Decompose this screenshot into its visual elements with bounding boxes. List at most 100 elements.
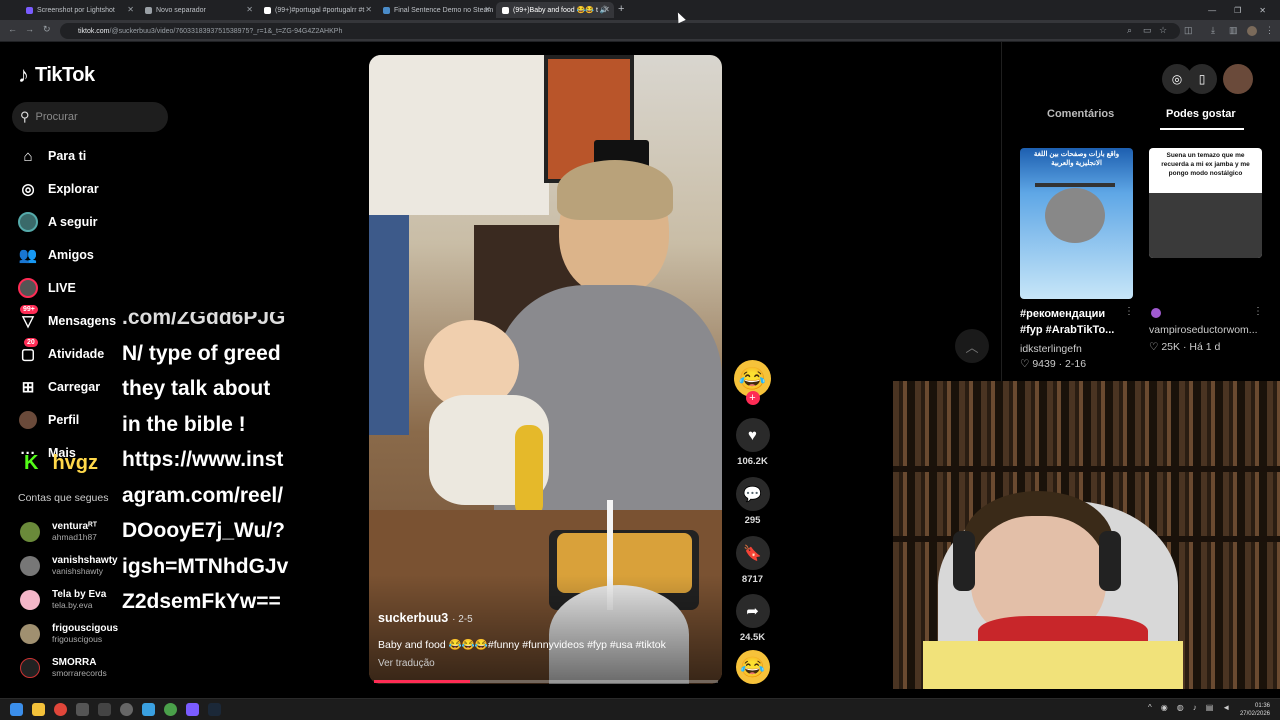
app-icon[interactable] [76,703,89,716]
creator-avatar-button[interactable]: 😂 + [734,360,771,405]
sidepanel-icon[interactable]: ▥ [1229,25,1238,36]
more-options-icon[interactable]: ⋮ [1124,306,1134,317]
profile-avatar-button[interactable] [1223,64,1253,94]
browser-avatar[interactable] [1247,26,1257,36]
steam-icon[interactable] [208,703,221,716]
window-controls: — ❐ ✕ [1208,0,1280,20]
video-corn [515,425,543,517]
suggestion-thumbnail[interactable]: Suena un temazo que me recuerda a mi ex … [1149,148,1262,258]
start-icon[interactable] [10,703,23,716]
following-account[interactable]: vanishshawty vanishshawty [20,555,118,576]
star-icon[interactable]: ☆ [1159,25,1167,36]
previous-video-button[interactable]: ︿ [955,329,989,363]
nav-carregar[interactable]: ⊞ Carregar [18,376,100,398]
following-account[interactable]: frigouscigous frigouscigous [20,623,118,644]
cartoon-figure [1045,188,1105,243]
phone-icon: ▯ [1198,72,1206,86]
minimize-icon[interactable]: — [1208,6,1216,15]
menu-icon[interactable]: ⋮ [1265,25,1274,36]
save-button[interactable]: 🔖 8717 [734,536,771,585]
new-tab-button[interactable]: + [618,3,624,15]
thumbnail-video-frame [1149,193,1262,258]
nav-atividade[interactable]: ▢ 20 Atividade [18,338,104,365]
video-description: Baby and food 😂😂😂#funny #funnyvideos #fy… [378,639,666,651]
nav-explorar[interactable]: ◎ Explorar [18,178,98,200]
nav-amigos[interactable]: 👥 Amigos [18,244,94,266]
nav-mensagens[interactable]: ▽ 99+ Mensagens [18,305,116,332]
zoom-icon[interactable]: ⌕ [1127,25,1132,36]
cast-icon[interactable]: ▭ [1143,25,1152,36]
suggestion-title[interactable]: #рекомендации #fyp #ArabTikTo... [1020,306,1125,338]
following-account[interactable]: venturaᴿᵀ ahmad1h87 [20,521,97,542]
extensions-icon[interactable]: ◫ [1184,25,1193,36]
close-icon[interactable]: ✕ [484,5,491,14]
nav-perfil[interactable]: Perfil [18,409,79,431]
app-icon[interactable] [164,703,177,716]
browser-tab-active[interactable]: (99+)Baby and food 😂😂 t 🔊 ✕ [496,2,614,18]
sound-disc[interactable]: 😂 [734,650,771,684]
tray-icon: ◍ [1176,703,1184,712]
home-icon: ⌂ [23,147,33,165]
see-translation-link[interactable]: Ver tradução [378,658,435,669]
back-icon[interactable]: ← [8,24,17,34]
bookmark-icon: 🔖 [735,536,770,570]
heart-icon: ♥ [735,418,770,452]
download-icon[interactable]: ⤓ [1211,25,1215,36]
following-account[interactable]: Tela by Eva tela.by.eva [20,589,106,610]
close-icon[interactable]: ✕ [246,5,253,14]
browser-tab[interactable]: Screenshot por Lightshot ✕ [20,2,138,18]
nav-para-ti[interactable]: ⌂ Para ti [18,145,86,167]
avatar [20,521,40,542]
headphone-left [953,531,975,591]
app-icon[interactable] [98,703,111,716]
tiktok-logo[interactable]: ♪ TikTok [18,62,95,88]
forward-icon[interactable]: → [25,24,34,34]
following-account[interactable]: SMORRA smorrarecords [20,657,107,678]
address-bar-row: ← → ↻ tiktok.com/@suckerbuu3/video/76033… [0,20,1280,42]
tab-comentarios[interactable]: Comentários [1047,108,1114,120]
discord-icon[interactable] [186,703,199,716]
follow-plus-icon[interactable]: + [745,391,760,405]
profile-icon [18,410,38,430]
nav-a-seguir[interactable]: A seguir [18,211,98,233]
search-input[interactable]: ⚲ Procurar [12,102,168,132]
url-input[interactable]: tiktok.com/@suckerbuu3/video/76033183937… [60,23,1180,39]
system-tray[interactable]: ^ ◉ ◍ ♪ ▤ ◄ [1148,703,1230,712]
browser-tab[interactable]: Final Sentence Demo no Steam ✕ [377,2,495,18]
close-window-icon[interactable]: ✕ [1259,6,1266,15]
tab-podes-gostar[interactable]: Podes gostar [1166,108,1236,120]
video-progress-bar[interactable] [374,680,718,683]
file-explorer-icon[interactable] [32,703,45,716]
live-icon [18,278,38,298]
tiktok-icon [502,6,509,14]
laughing-emoji-disc: 😂 [735,650,770,684]
browser-tab[interactable]: Novo separador ✕ [139,2,257,18]
video-author[interactable]: suckerbuu3 · 2-5 [378,611,473,625]
close-icon[interactable]: ✕ [365,5,372,14]
nav-live[interactable]: LIVE [18,277,76,299]
device-button[interactable]: ▯ [1187,64,1217,94]
suggestion-user[interactable]: idksterlingefn [1020,343,1082,355]
notepad-icon[interactable] [142,703,155,716]
share-icon: ➦ [735,594,770,628]
more-options-icon[interactable]: ⋮ [1253,306,1263,317]
chevron-up-icon: ^ [1148,703,1152,712]
video-player[interactable] [369,55,722,684]
globe-icon [145,6,152,14]
like-button[interactable]: ♥ 106.2K [734,418,771,467]
close-icon[interactable]: ✕ [603,5,610,14]
taskbar-clock[interactable]: 01:36 27/02/2026 [1240,702,1270,718]
browser-tab-bar: Screenshot por Lightshot ✕ Novo separador… [0,0,1280,20]
browser-tab[interactable]: (99+)#portugal #portugalrr #t ✕ [258,2,376,18]
suggestion-user[interactable]: vampiroseductorwom... [1149,324,1258,336]
close-icon[interactable]: ✕ [127,5,134,14]
comment-button[interactable]: 💬 295 [734,477,771,526]
chrome-icon[interactable] [54,703,67,716]
reload-icon[interactable]: ↻ [43,24,51,35]
maximize-icon[interactable]: ❐ [1234,6,1241,15]
friends-icon: 👥 [18,247,38,264]
obs-icon[interactable] [120,703,133,716]
video-wall [369,55,549,215]
share-button[interactable]: ➦ 24.5K [734,594,771,643]
suggestion-thumbnail[interactable]: واقع بازات وصفحات بين اللغة الانجليزية و… [1020,148,1133,299]
